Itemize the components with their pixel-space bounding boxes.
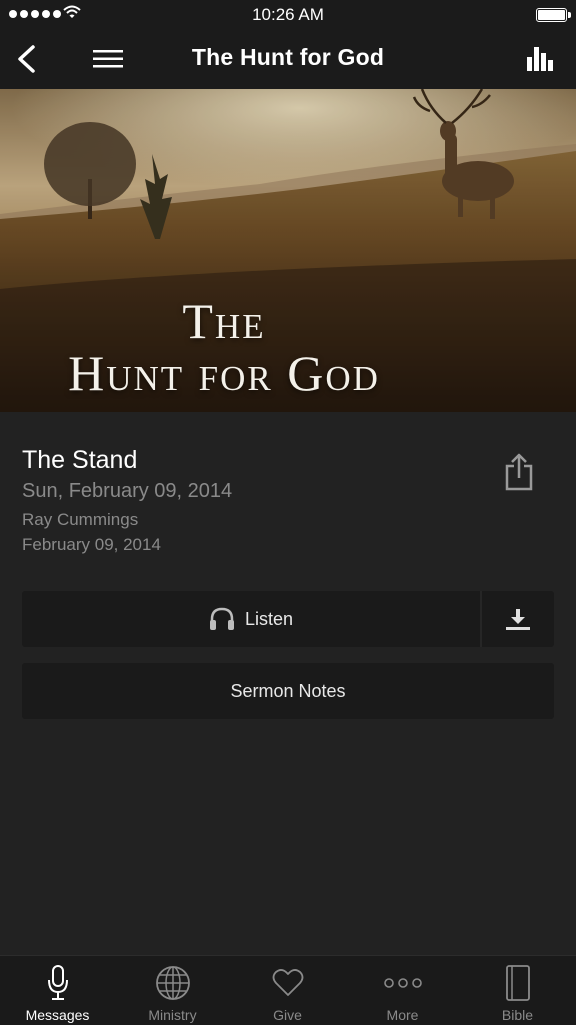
message-date: Sun, February 09, 2014: [22, 480, 233, 502]
listen-row: Listen: [22, 591, 554, 647]
more-dots-icon: [383, 978, 422, 988]
heart-icon: [272, 969, 303, 996]
tab-bar: Messages Ministry Give More Bible: [0, 955, 576, 1025]
artwork-title-line1: The: [182, 293, 266, 349]
tab-ministry[interactable]: Ministry: [115, 956, 230, 1025]
tab-label: Give: [273, 1007, 302, 1023]
speaker-name: Ray Cummings: [22, 510, 139, 529]
navigation-bar: The Hunt for God: [0, 30, 576, 89]
tab-label: Messages: [25, 1007, 90, 1023]
tab-label: Ministry: [148, 1007, 197, 1023]
tab-label: Bible: [501, 1007, 534, 1023]
battery-icon: [536, 8, 571, 22]
tab-more[interactable]: More: [345, 956, 460, 1025]
sermon-notes-button[interactable]: Sermon Notes: [22, 663, 554, 719]
tab-label: More: [386, 1007, 419, 1023]
tab-messages[interactable]: Messages: [0, 956, 115, 1025]
bar-chart-icon[interactable]: [526, 45, 554, 71]
status-time: 10:26 AM: [252, 5, 324, 24]
message-title: The Stand: [22, 446, 138, 474]
artwork-title-line2: Hunt for God: [68, 345, 380, 401]
page-title: The Hunt for God: [191, 44, 385, 70]
listen-button[interactable]: Listen: [22, 591, 480, 647]
download-button[interactable]: [482, 591, 554, 647]
listen-label: Listen: [244, 608, 294, 629]
sermon-notes-label: Sermon Notes: [230, 680, 346, 701]
published-date: February 09, 2014: [22, 535, 161, 554]
status-bar: 10:26 AM: [0, 0, 576, 30]
headphones-icon: [209, 607, 234, 630]
tab-give[interactable]: Give: [230, 956, 345, 1025]
series-artwork: The Hunt for God: [0, 89, 576, 412]
tab-bible[interactable]: Bible: [460, 956, 575, 1025]
microphone-icon: [47, 965, 68, 1000]
book-icon: [505, 965, 530, 1001]
share-icon[interactable]: [504, 452, 534, 492]
download-icon: [506, 609, 530, 630]
globe-icon: [155, 966, 190, 1000]
